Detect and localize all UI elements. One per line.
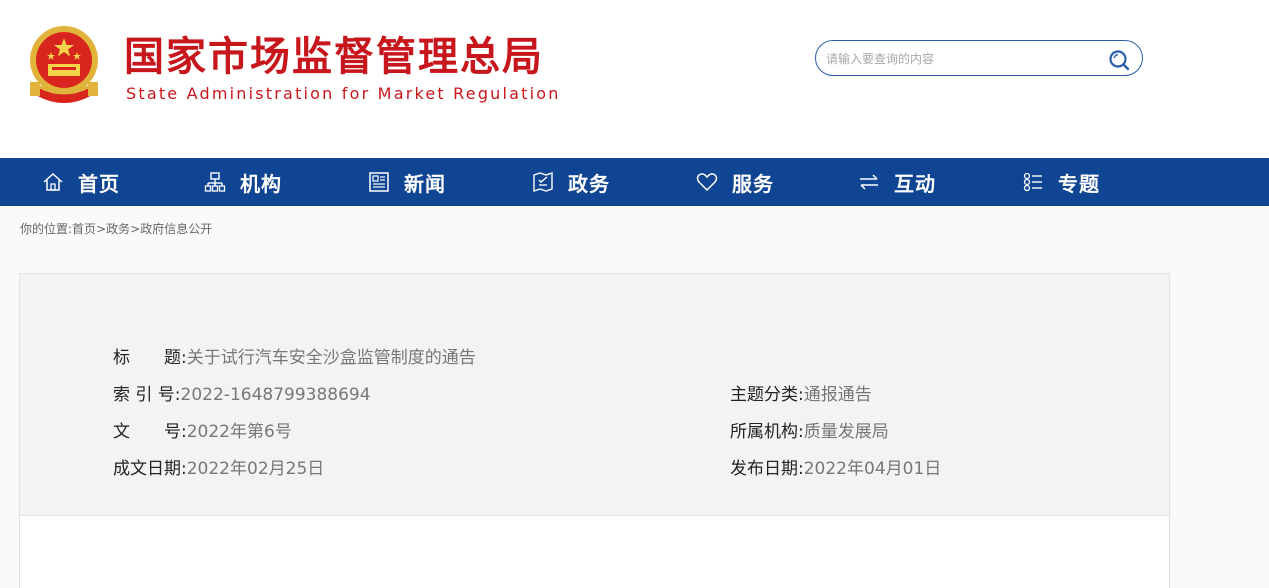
nav-item-service[interactable]: 服务 (696, 158, 774, 206)
doc-category-value: 通报通告 (803, 385, 872, 405)
breadcrumb-affairs[interactable]: 政务 (106, 222, 130, 236)
heart-icon (696, 173, 718, 192)
nav-item-topics[interactable]: 专题 (1022, 158, 1100, 206)
breadcrumb-home[interactable]: 首页 (72, 222, 96, 236)
breadcrumb-sep: > (96, 222, 107, 236)
nav-item-org[interactable]: 机构 (204, 158, 282, 206)
doc-title-label: 标 题: (113, 348, 187, 368)
doc-category-label: 主题分类: (730, 385, 804, 405)
nav-label: 专题 (1058, 171, 1100, 196)
site-title-en: State Administration for Market Regulati… (126, 84, 561, 103)
breadcrumb-prefix: 你的位置: (20, 222, 73, 236)
news-icon (369, 172, 389, 192)
document-body (19, 516, 1170, 588)
doc-published-label: 发布日期: (730, 459, 804, 479)
doc-created-label: 成文日期: (113, 459, 187, 479)
nav-item-news[interactable]: 新闻 (368, 158, 446, 206)
main-nav: 首页 机构 新闻 政务 服务 互动 专题 (0, 158, 1269, 206)
nav-label: 政务 (568, 171, 610, 196)
doc-org-value: 质量发展局 (803, 422, 889, 442)
government-affairs-icon (533, 172, 553, 192)
doc-number-label: 文 号: (113, 422, 187, 442)
doc-index-row: 索 引 号:2022-1648799388694 (113, 383, 371, 407)
home-icon (43, 172, 63, 191)
breadcrumb-gov-info[interactable]: 政府信息公开 (140, 222, 212, 236)
search-input[interactable] (826, 49, 1096, 69)
doc-index-value: 2022-1648799388694 (180, 385, 371, 405)
breadcrumb: 你的位置:首页>政务>政府信息公开 (20, 220, 212, 237)
doc-title-value: 关于试行汽车安全沙盒监管制度的通告 (186, 348, 476, 368)
site-header: 国家市场监督管理总局 State Administration for Mark… (0, 0, 1269, 158)
doc-created-value: 2022年02月25日 (186, 459, 325, 479)
doc-title-row: 标 题:关于试行汽车安全沙盒监管制度的通告 (113, 346, 476, 370)
site-title-cn[interactable]: 国家市场监督管理总局 (124, 32, 544, 82)
nav-label: 机构 (240, 171, 282, 196)
nav-label: 首页 (78, 171, 120, 196)
doc-org-label: 所属机构: (730, 422, 804, 442)
doc-org-row: 所属机构:质量发展局 (730, 420, 889, 444)
org-chart-icon (204, 172, 226, 192)
doc-number-value: 2022年第6号 (186, 422, 292, 442)
breadcrumb-sep: > (130, 222, 141, 236)
nav-item-home[interactable]: 首页 (42, 158, 120, 206)
doc-published-row: 发布日期:2022年04月01日 (730, 457, 941, 481)
nav-label: 新闻 (404, 171, 446, 196)
doc-index-label: 索 引 号: (113, 385, 181, 405)
nav-label: 互动 (894, 171, 936, 196)
exchange-arrows-icon (860, 174, 878, 190)
search-box (815, 40, 1143, 76)
doc-category-row: 主题分类:通报通告 (730, 383, 872, 407)
document-info-panel: 标 题:关于试行汽车安全沙盒监管制度的通告 索 引 号:2022-1648799… (19, 273, 1170, 516)
search-icon[interactable] (1108, 49, 1130, 71)
doc-created-row: 成文日期:2022年02月25日 (113, 457, 324, 481)
national-emblem-icon[interactable] (24, 24, 104, 108)
nav-item-affairs[interactable]: 政务 (532, 158, 610, 206)
nav-item-interact[interactable]: 互动 (858, 158, 936, 206)
doc-number-row: 文 号:2022年第6号 (113, 420, 292, 444)
doc-published-value: 2022年04月01日 (803, 459, 942, 479)
nav-label: 服务 (732, 171, 774, 196)
topics-list-icon (1023, 172, 1042, 192)
